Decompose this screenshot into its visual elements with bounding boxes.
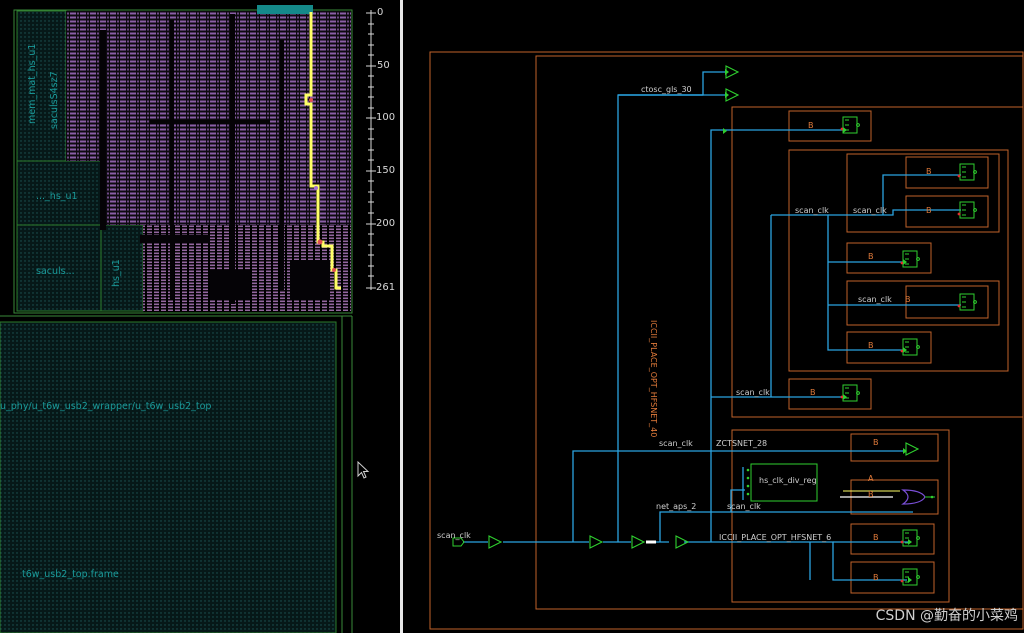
ruler-label-100: 100 xyxy=(376,112,396,123)
top-marker[interactable] xyxy=(257,5,313,14)
ruler-label-261: 261 xyxy=(376,282,396,293)
cell-b-5[interactable] xyxy=(905,285,989,319)
net-label-zctsnet: ZCTSNET_28 xyxy=(716,439,768,448)
cell-b-label-7: B xyxy=(810,388,816,397)
cell-b-8[interactable] xyxy=(850,433,939,462)
cell-b-label-1: B xyxy=(808,121,814,130)
layout-view[interactable]: mem_mat_hs_u1 saculsS4sz7 ..._hs_u1 sacu… xyxy=(0,0,400,633)
cell-b-label-9: B xyxy=(868,490,874,499)
buffer-gates xyxy=(488,65,919,549)
net-label-scan-clk-1: scan_clk xyxy=(795,206,829,215)
cell-a-label: A xyxy=(868,474,874,483)
block-label-saculs: saculsS4sz7 xyxy=(49,71,60,129)
block-label-hs2: hs_u1 xyxy=(111,259,122,287)
block-label-saculs2: saculs... xyxy=(36,266,75,277)
cell-b-11[interactable] xyxy=(850,561,935,594)
ruler-label-0: 0 xyxy=(377,7,384,18)
sub-instance-box[interactable] xyxy=(535,55,1024,610)
net-label-ctosc: ctosc_gls_30 xyxy=(641,85,692,94)
cell-b-label-4: B xyxy=(868,252,874,261)
cell-b-label-5: B xyxy=(905,295,911,304)
top-frame-block[interactable] xyxy=(0,321,337,633)
std-cell-region[interactable] xyxy=(66,11,351,161)
cell-b-10[interactable] xyxy=(850,523,935,555)
cell-b-2[interactable] xyxy=(905,156,989,189)
net-label-icc-bottom: ICCII_PLACE_OPT_HFSNET_6 xyxy=(719,533,832,542)
net-label-net-aps: net_aps_2 xyxy=(656,502,697,511)
cell-b-label-11: B xyxy=(873,573,879,582)
schematic-view[interactable]: ctosc_gls_30 ICCII_PLACE_OPT_HFSNET_40 B… xyxy=(403,0,1024,633)
top-instance-label: u_phy/u_t6w_usb2_wrapper/u_t6w_usb2_top xyxy=(0,401,212,412)
or-gate-icon xyxy=(901,489,926,505)
mouse-cursor-icon xyxy=(357,460,370,479)
schematic-canvas[interactable] xyxy=(403,0,1024,633)
ruler-label-150: 150 xyxy=(376,165,396,176)
net-label-icc-vertical: ICCII_PLACE_OPT_HFSNET_40 xyxy=(649,320,658,438)
block-label-mem: mem_mat_hs_u1 xyxy=(27,43,38,124)
frame-label: t6w_usb2_top.frame xyxy=(22,569,119,580)
cell-b-6[interactable] xyxy=(846,331,932,364)
net-label-scan-clk-3: scan_clk xyxy=(858,295,892,304)
port-label: scan_clk xyxy=(437,531,471,540)
watermark: CSDN @勤奋的小菜鸡 xyxy=(875,608,1018,624)
macro-block-4[interactable] xyxy=(100,224,144,312)
reg-label: hs_clk_div_reg xyxy=(759,476,817,485)
layout-canvas[interactable] xyxy=(0,0,400,633)
cell-b-label-8: B xyxy=(873,438,879,447)
inner-cluster-box[interactable] xyxy=(846,153,1000,233)
cell-b-label-6: B xyxy=(868,341,874,350)
net-label-scan-clk-2: scan_clk xyxy=(853,206,887,215)
block-label-hs: ..._hs_u1 xyxy=(36,191,78,202)
net-label-scan-clk-5: scan_clk xyxy=(659,439,693,448)
cell-b-label-3: B xyxy=(926,206,932,215)
inner-instance-box[interactable] xyxy=(788,149,1009,372)
ruler-label-50: 50 xyxy=(377,60,390,71)
ruler-label-200: 200 xyxy=(376,218,396,229)
cell-b-label-2: B xyxy=(926,167,932,176)
net-label-scan-clk-6: scan_clk xyxy=(727,502,761,511)
net-label-scan-clk-4: scan_clk xyxy=(736,388,770,397)
net-wires xyxy=(463,71,961,581)
flop-gates xyxy=(840,116,977,586)
cell-b-label-10: B xyxy=(873,533,879,542)
